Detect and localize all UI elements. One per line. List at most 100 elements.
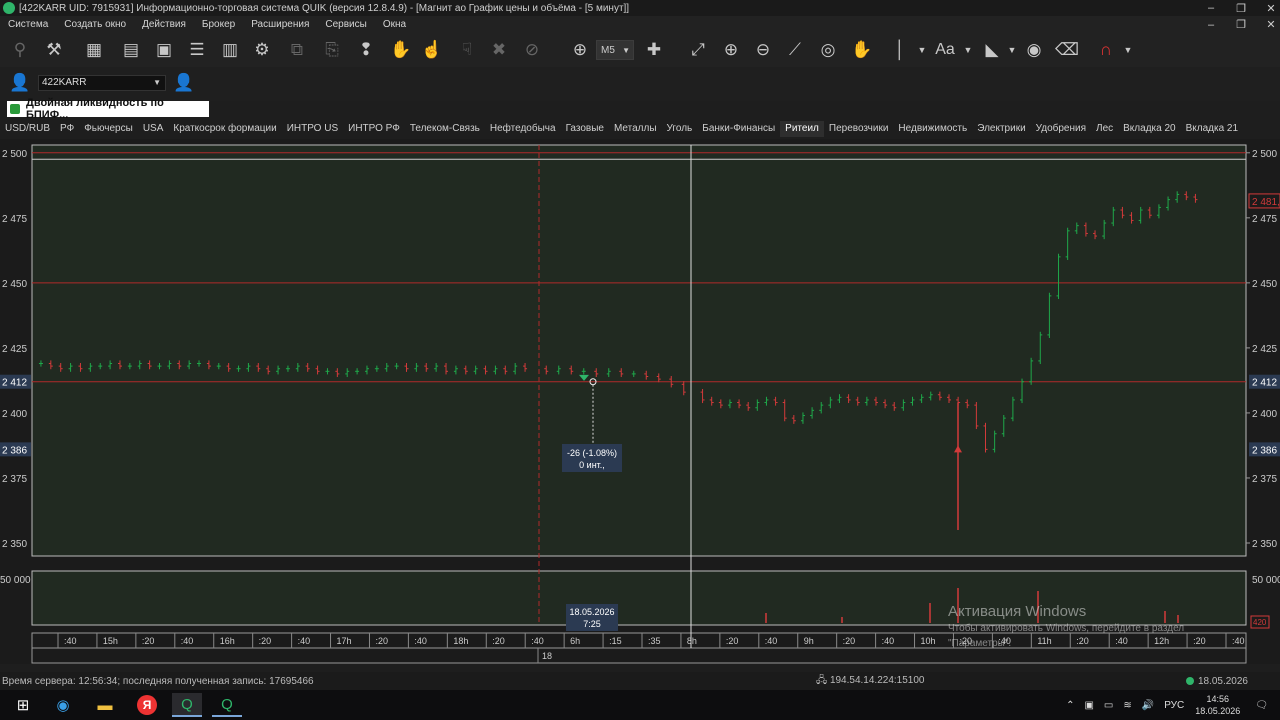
target-icon[interactable]: ◎ (816, 38, 840, 62)
menu-item-windows[interactable]: Окна (375, 19, 414, 30)
fit-screen-icon[interactable]: ⤢ (686, 38, 710, 62)
title-bar: [422KARR UID: 7915931] Информационно-тор… (0, 0, 1280, 16)
tab-15[interactable]: Перевозчики (824, 121, 894, 137)
cancel-all-icon[interactable]: ⊘ (520, 38, 544, 62)
child-minimize-icon[interactable]: – (1206, 19, 1216, 31)
magnet-icon[interactable]: ∩ (1094, 38, 1118, 62)
tab-1[interactable]: USD/RUB (0, 121, 55, 137)
line-dropdown-icon[interactable]: ▼ (910, 38, 934, 62)
quote-window-icon[interactable]: ▣ (152, 38, 176, 62)
server-time-status: Время сервера: 12:56:34; последняя получ… (2, 675, 314, 687)
orders-window-icon[interactable]: ☰ (185, 38, 209, 62)
tab-13[interactable]: Банки-Финансы (697, 121, 780, 137)
tab-17[interactable]: Электрики (972, 121, 1030, 137)
text-tool-label[interactable]: Aa (932, 38, 958, 62)
connect-icon[interactable]: ⚲ (8, 38, 32, 62)
tab-3[interactable]: Фьючерсы (79, 121, 138, 137)
quik-taskbar-icon-2[interactable]: Q (212, 693, 242, 717)
menu-item-broker[interactable]: Брокер (194, 19, 243, 30)
crosshair-icon[interactable]: ✚ (642, 38, 666, 62)
line-tool-icon[interactable]: │ (888, 38, 912, 62)
tab-5[interactable]: Краткосрок формации (168, 121, 281, 137)
stop-order-icon[interactable]: ✋ (389, 38, 413, 62)
buy-hand-icon[interactable]: ☝ (420, 38, 444, 62)
menu-item-services[interactable]: Сервисы (317, 19, 374, 30)
timeframe-select[interactable]: M5 ▼ (596, 40, 634, 60)
crosshair-date: 18.05.2026 (569, 607, 614, 617)
chart-window-icon[interactable]: ▤ (119, 38, 143, 62)
text-dropdown-icon[interactable]: ▼ (956, 38, 980, 62)
tab-2[interactable]: РФ (55, 121, 79, 137)
tab-10[interactable]: Газовые (561, 121, 609, 137)
new-table-icon[interactable]: ▦ (82, 38, 106, 62)
measure-label-interval: 0 инт., (579, 460, 605, 470)
system-tray: ⌃ ▣ ▭ ≋ 🔊 РУС 14:56 18.05.2026 🗨 (1061, 690, 1280, 720)
price-marker-right: 2 481,5 (1252, 197, 1280, 208)
volume-icon[interactable]: 🔊 (1142, 700, 1154, 711)
disconnect-icon[interactable]: ⚒ (42, 38, 66, 62)
start-icon[interactable]: ⊞ (8, 693, 38, 717)
tab-11[interactable]: Металлы (609, 121, 662, 137)
child-close-icon[interactable]: ✕ (1266, 18, 1276, 31)
maximize-icon[interactable]: ❐ (1236, 2, 1246, 15)
clock[interactable]: 14:56 18.05.2026 (1195, 693, 1240, 717)
wifi-icon[interactable]: ≋ (1123, 700, 1131, 711)
tab-14[interactable]: Ритеил (780, 121, 824, 137)
yandex-browser-icon[interactable]: Я (132, 693, 162, 717)
settings-window-icon[interactable]: ⚙ (250, 38, 274, 62)
tab-6[interactable]: ИНТРО US (282, 121, 343, 137)
tab-8[interactable]: Телеком-Связь (405, 121, 485, 137)
menu-item-create-window[interactable]: Создать окно (56, 19, 134, 30)
notifications-icon[interactable]: 🗨 (1255, 700, 1268, 711)
tab-19[interactable]: Лес (1091, 121, 1118, 137)
zoom-in-icon[interactable]: ⊕ (719, 38, 743, 62)
tab-16[interactable]: Недвижимость (893, 121, 972, 137)
copy-icon[interactable]: ⧉ (285, 38, 309, 62)
time-tick: :20 (142, 636, 155, 646)
close-icon[interactable]: ✕ (1266, 2, 1276, 15)
toolbar: ⚲ ⚒ ▦ ▤ ▣ ☰ ▥ ⚙ ⧉ ⎘ ❢ ✋ ☝ ☟ ✖ ⊘ ⊕ M5 ▼ ✚… (0, 33, 1280, 67)
zoom-out-icon[interactable]: ⊖ (751, 38, 775, 62)
account-select[interactable]: 422KARR ▼ (38, 75, 166, 91)
price-marker-right: 2 412 (1252, 378, 1277, 389)
show-hidden-icon[interactable]: ⌃ (1066, 700, 1074, 711)
strategy-label[interactable]: Двойная ликвидность по БПИФ... (7, 97, 209, 121)
price-tick-left: 2 350 (2, 539, 27, 550)
tab-12[interactable]: Уголь (662, 121, 698, 137)
battery-icon[interactable]: ▭ (1104, 700, 1113, 711)
menu-item-extensions[interactable]: Расширения (243, 19, 317, 30)
tab-7[interactable]: ИНТРО РФ (343, 121, 405, 137)
sell-hand-icon[interactable]: ☟ (455, 38, 479, 62)
tab-21[interactable]: Вкладка 21 (1181, 121, 1243, 137)
taskbar: ⊞ ◉ ▬ Я Q Q ⌃ ▣ ▭ ≋ 🔊 РУС 14:56 18.05.20… (0, 690, 1280, 720)
language-indicator[interactable]: РУС (1164, 700, 1184, 711)
tab-18[interactable]: Удобрения (1031, 121, 1091, 137)
cancel-order-icon[interactable]: ✖ (487, 38, 511, 62)
add-instrument-icon[interactable]: ⊕ (568, 38, 592, 62)
watermark-line1: Чтобы активировать Windows, перейдите в … (948, 623, 1185, 634)
quik-taskbar-icon[interactable]: Q (172, 693, 202, 717)
user-settings-icon[interactable]: 👤 (172, 71, 196, 95)
menu-item-actions[interactable]: Действия (134, 19, 194, 30)
tab-4[interactable]: USA (138, 121, 169, 137)
paste-icon[interactable]: ⎘ (320, 38, 344, 62)
pan-hand-icon[interactable]: ✋ (850, 38, 874, 62)
tab-20[interactable]: Вкладка 20 (1118, 121, 1180, 137)
fill-dropdown-icon[interactable]: ▼ (1000, 38, 1024, 62)
file-explorer-icon[interactable]: ▬ (90, 693, 120, 717)
child-restore-icon[interactable]: ❐ (1236, 18, 1246, 31)
ruler-icon[interactable]: ⟋ (783, 38, 807, 62)
trades-window-icon[interactable]: ▥ (218, 38, 242, 62)
alert-icon[interactable]: ❢ (354, 38, 378, 62)
user-icon[interactable]: 👤 (8, 71, 32, 95)
eraser-icon[interactable]: ⌫ (1055, 38, 1079, 62)
hide-eye-icon[interactable]: ◉ (1022, 38, 1046, 62)
minimize-icon[interactable]: – (1206, 2, 1216, 14)
magnet-dropdown-icon[interactable]: ▼ (1116, 38, 1140, 62)
tab-9[interactable]: Нефтедобыча (485, 121, 561, 137)
network-icon[interactable]: ▣ (1084, 700, 1093, 711)
chart-svg[interactable]: 2 500 2 500 2 475 2 475 2 450 2 450 2 425 2 425… (0, 139, 1280, 664)
price-volume-chart[interactable]: 2 500 2 500 2 475 2 475 2 450 2 450 2 425 2 425… (0, 139, 1280, 664)
menu-item-system[interactable]: Система (0, 19, 56, 30)
edge-icon[interactable]: ◉ (48, 693, 78, 717)
